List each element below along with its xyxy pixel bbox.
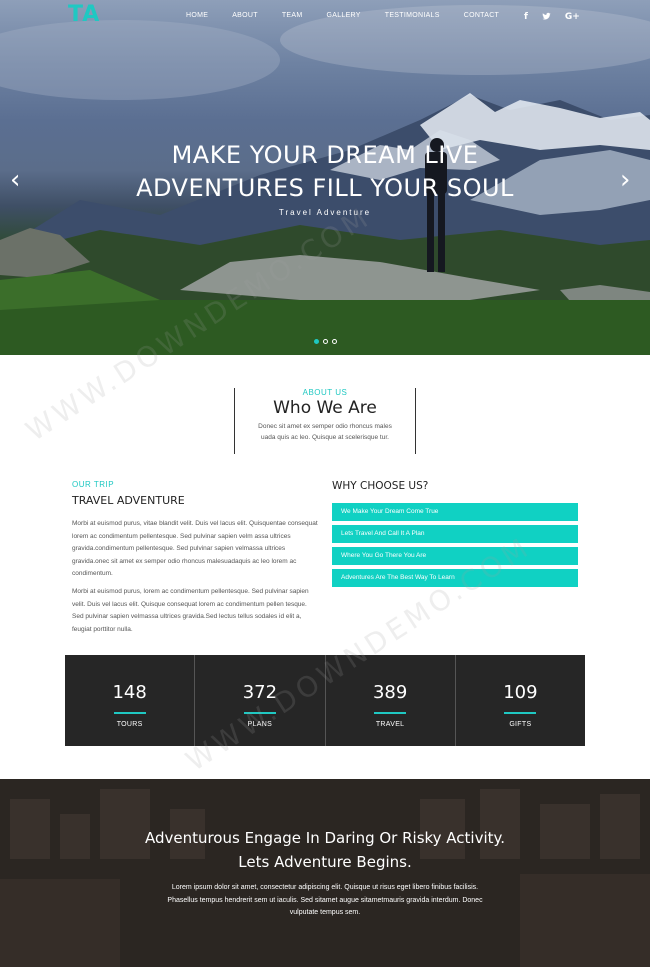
facebook-icon[interactable]: f [524, 12, 528, 24]
about-text: Donec sit amet ex semper odio rhoncus ma… [258, 423, 392, 441]
slider-dot-3[interactable] [332, 339, 337, 344]
stat-value: 109 [503, 682, 538, 703]
stat-label: PLANS [247, 721, 273, 728]
nav-gallery[interactable]: GALLERY [326, 12, 360, 19]
stat-divider [374, 712, 407, 714]
banner-text: Lorem ipsum dolor sit amet, consectetur … [167, 884, 483, 916]
stats-counter: 148 TOURS 372 PLANS 389 TRAVEL 109 GIFTS [65, 655, 585, 746]
trip-title: TRAVEL ADVENTURE [72, 494, 185, 507]
stat-value: 148 [112, 682, 147, 703]
about-section: ABOUT US Who We Are Donec sit amet ex se… [234, 388, 416, 454]
stat-plans: 372 PLANS [195, 655, 326, 746]
site-logo[interactable]: TA [68, 2, 100, 27]
stat-label: TOURS [116, 721, 143, 728]
trip-paragraph-1: Morbi at euismod purus, vitae blandit ve… [72, 520, 318, 577]
hero-title-line2: ADVENTURES FILL YOUR SOUL [136, 174, 514, 202]
stat-divider [113, 712, 146, 714]
nav-contact[interactable]: CONTACT [464, 12, 499, 19]
google-plus-icon[interactable]: G+ [565, 12, 580, 24]
why-item-dream[interactable]: We Make Your Dream Come True [332, 503, 578, 521]
why-choose-title: WHY CHOOSE US? [332, 480, 429, 492]
slider-dot-1[interactable] [314, 339, 319, 344]
hero-slider: TA HOME ABOUT TEAM GALLERY TESTIMONIALS … [0, 0, 650, 355]
main-nav: HOME ABOUT TEAM GALLERY TESTIMONIALS CON… [186, 12, 523, 19]
stat-value: 372 [242, 682, 278, 703]
stat-travel: 389 TRAVEL [326, 655, 456, 746]
about-title: Who We Are [273, 398, 377, 418]
banner-title-line2: Lets Adventure Begins. [238, 853, 412, 871]
nav-team[interactable]: TEAM [282, 12, 303, 19]
slider-dots [314, 339, 337, 344]
stat-tours: 148 TOURS [65, 655, 196, 746]
adventure-banner: Adventurous Engage In Daring Or Risky Ac… [0, 779, 650, 967]
why-choose-list: We Make Your Dream Come True Lets Travel… [332, 503, 578, 591]
next-slide-arrow-icon[interactable]: › [620, 165, 630, 195]
social-links: f G+ [524, 12, 580, 24]
nav-about[interactable]: ABOUT [232, 12, 258, 19]
stat-divider [243, 712, 276, 714]
stat-gifts: 109 GIFTS [456, 655, 585, 746]
trip-kicker: OUR TRIP [72, 480, 115, 489]
twitter-icon[interactable] [542, 12, 551, 24]
banner-title-line1: Adventurous Engage In Daring Or Risky Ac… [144, 829, 506, 847]
about-kicker: ABOUT US [302, 388, 348, 397]
trip-paragraph-2: Morbi at euismod purus, lorem ac condime… [72, 588, 309, 633]
stat-divider [504, 712, 537, 714]
stat-label: GIFTS [509, 721, 532, 728]
stat-value: 389 [372, 682, 408, 703]
nav-home[interactable]: HOME [186, 12, 208, 19]
why-item-where[interactable]: Where You Go There You Are [332, 547, 578, 565]
hero-title-line1: MAKE YOUR DREAM LIVE [171, 141, 479, 169]
stat-label: TRAVEL [375, 721, 405, 728]
hero-subtitle: Travel Adventure [278, 208, 372, 217]
why-item-plan[interactable]: Lets Travel And Call It A Plan [332, 525, 578, 543]
prev-slide-arrow-icon[interactable]: ‹ [10, 165, 20, 195]
nav-testimonials[interactable]: TESTIMONIALS [385, 12, 440, 19]
slider-dot-2[interactable] [323, 339, 328, 344]
why-item-learn[interactable]: Adventures Are The Best Way To Learn [332, 569, 578, 587]
